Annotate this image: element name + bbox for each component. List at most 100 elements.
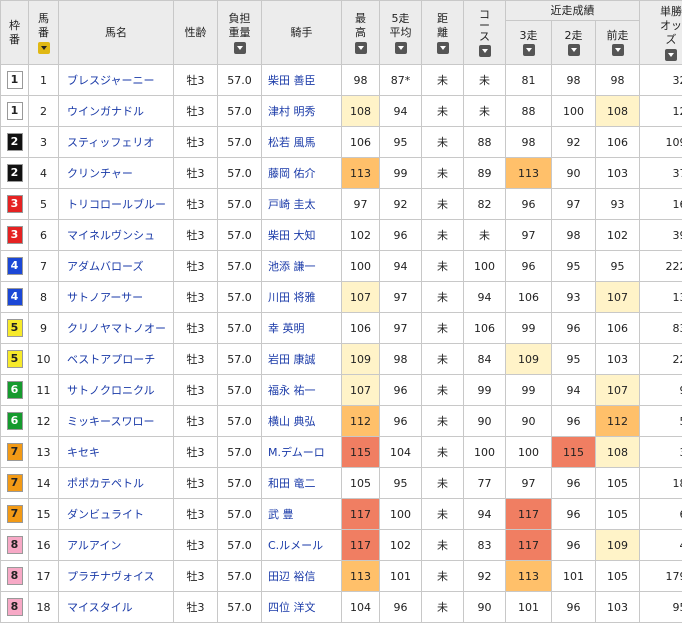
header-r1[interactable]: 前走 (596, 21, 640, 65)
jockey-link[interactable]: 四位 洋文 (262, 592, 342, 623)
waku-badge: 7 (7, 505, 23, 523)
waku-badge: 3 (7, 226, 23, 244)
r2-cell: 96 (552, 530, 596, 561)
table-row: 24クリンチャー牡357.0藤岡 佑介11399未891139010337.4 (1, 158, 682, 189)
best-cell: 115 (342, 437, 380, 468)
jockey-link[interactable]: 田辺 裕信 (262, 561, 342, 592)
horse-name-link[interactable]: ウインガナドル (59, 96, 174, 127)
jockey-link[interactable]: 戸崎 圭太 (262, 189, 342, 220)
umaban-cell: 17 (29, 561, 59, 592)
sort-down-icon[interactable] (568, 44, 580, 56)
jockey-link[interactable]: 幸 英明 (262, 313, 342, 344)
course-cell: 90 (464, 406, 506, 437)
r2-cell: 95 (552, 344, 596, 375)
umaban-cell: 6 (29, 220, 59, 251)
sort-down-icon[interactable] (234, 42, 246, 54)
r2-cell: 90 (552, 158, 596, 189)
r3-cell: 99 (506, 313, 552, 344)
table-row: 611サトノクロニクル牡357.0福永 祐一10796未9999941079.6 (1, 375, 682, 406)
sort-down-icon[interactable] (355, 42, 367, 54)
horse-name-link[interactable]: スティッフェリオ (59, 127, 174, 158)
jockey-link[interactable]: 柴田 善臣 (262, 65, 342, 96)
distance-cell: 未 (422, 158, 464, 189)
jockey-link[interactable]: 津村 明秀 (262, 96, 342, 127)
header-jockey: 騎手 (262, 1, 342, 65)
jockey-link[interactable]: 川田 将雅 (262, 282, 342, 313)
horse-name-link[interactable]: ミッキースワロー (59, 406, 174, 437)
horse-name-link[interactable]: アルアイン (59, 530, 174, 561)
horse-name-link[interactable]: サトノクロニクル (59, 375, 174, 406)
jockey-link[interactable]: 岩田 康誠 (262, 344, 342, 375)
jockey-link[interactable]: 池添 謙一 (262, 251, 342, 282)
waku-cell: 8 (1, 530, 29, 561)
r1-cell: 108 (596, 96, 640, 127)
horse-name-link[interactable]: キセキ (59, 437, 174, 468)
table-row: 11ブレスジャーニー牡357.0柴田 善臣9887*未未81989832.3 (1, 65, 682, 96)
best-cell: 97 (342, 189, 380, 220)
course-cell: 94 (464, 499, 506, 530)
jockey-link[interactable]: 横山 典弘 (262, 406, 342, 437)
sort-down-icon[interactable] (665, 49, 677, 61)
best-cell: 98 (342, 65, 380, 96)
umaban-cell: 3 (29, 127, 59, 158)
header-r2[interactable]: 2走 (552, 21, 596, 65)
odds-cell: 95.7 (640, 592, 682, 623)
r1-cell: 103 (596, 592, 640, 623)
jockey-link[interactable]: C.ルメール (262, 530, 342, 561)
header-umaban[interactable]: 馬番 (29, 1, 59, 65)
umaban-cell: 7 (29, 251, 59, 282)
jockey-link[interactable]: 松若 風馬 (262, 127, 342, 158)
header-r3[interactable]: 3走 (506, 21, 552, 65)
odds-cell: 4.6 (640, 530, 682, 561)
waku-badge: 2 (7, 164, 23, 182)
odds-cell: 22.3 (640, 344, 682, 375)
sort-down-icon[interactable] (523, 44, 535, 56)
horse-name-link[interactable]: ブレスジャーニー (59, 65, 174, 96)
waku-cell: 4 (1, 282, 29, 313)
r1-cell: 93 (596, 189, 640, 220)
table-row: 23スティッフェリオ牡357.0松若 風馬10695未889892106109.… (1, 127, 682, 158)
jockey-link[interactable]: 福永 祐一 (262, 375, 342, 406)
r3-cell: 101 (506, 592, 552, 623)
jockey-link[interactable]: M.デムーロ (262, 437, 342, 468)
sort-down-icon[interactable] (437, 42, 449, 54)
horse-name-link[interactable]: トリコロールブルー (59, 189, 174, 220)
horse-name-link[interactable]: ベストアプローチ (59, 344, 174, 375)
table-row: 713キセキ牡357.0M.デムーロ115104未1001001151083.7 (1, 437, 682, 468)
header-course[interactable]: コース (464, 1, 506, 65)
sort-down-icon[interactable] (612, 44, 624, 56)
sexage-cell: 牡3 (174, 592, 218, 623)
r3-cell: 88 (506, 96, 552, 127)
horse-name-link[interactable]: アダムバローズ (59, 251, 174, 282)
waku-badge: 6 (7, 412, 23, 430)
avg5-cell: 94 (380, 96, 422, 127)
jockey-link[interactable]: 柴田 大知 (262, 220, 342, 251)
weight-cell: 57.0 (218, 344, 262, 375)
header-avg5[interactable]: 5走平均 (380, 1, 422, 65)
sort-down-icon[interactable] (479, 45, 491, 57)
horse-name-link[interactable]: ポポカテペトル (59, 468, 174, 499)
horse-name-link[interactable]: サトノアーサー (59, 282, 174, 313)
horse-name-link[interactable]: マイネルヴンシュ (59, 220, 174, 251)
best-cell: 108 (342, 96, 380, 127)
header-odds[interactable]: 単勝オッズ (640, 1, 682, 65)
jockey-link[interactable]: 和田 竜二 (262, 468, 342, 499)
sort-down-icon[interactable] (395, 42, 407, 54)
horse-name-link[interactable]: ダンビュライト (59, 499, 174, 530)
horse-name-link[interactable]: マイスタイル (59, 592, 174, 623)
distance-cell: 未 (422, 65, 464, 96)
distance-cell: 未 (422, 313, 464, 344)
umaban-cell: 9 (29, 313, 59, 344)
umaban-cell: 2 (29, 96, 59, 127)
sort-down-icon[interactable] (38, 42, 50, 54)
horse-name-link[interactable]: クリンチャー (59, 158, 174, 189)
jockey-link[interactable]: 武 豊 (262, 499, 342, 530)
jockey-link[interactable]: 藤岡 佑介 (262, 158, 342, 189)
horse-name-link[interactable]: クリノヤマトノオー (59, 313, 174, 344)
horse-name-link[interactable]: プラチナヴォイス (59, 561, 174, 592)
umaban-cell: 14 (29, 468, 59, 499)
header-distance[interactable]: 距離 (422, 1, 464, 65)
avg5-cell: 102 (380, 530, 422, 561)
header-weight[interactable]: 負担重量 (218, 1, 262, 65)
header-best[interactable]: 最高 (342, 1, 380, 65)
